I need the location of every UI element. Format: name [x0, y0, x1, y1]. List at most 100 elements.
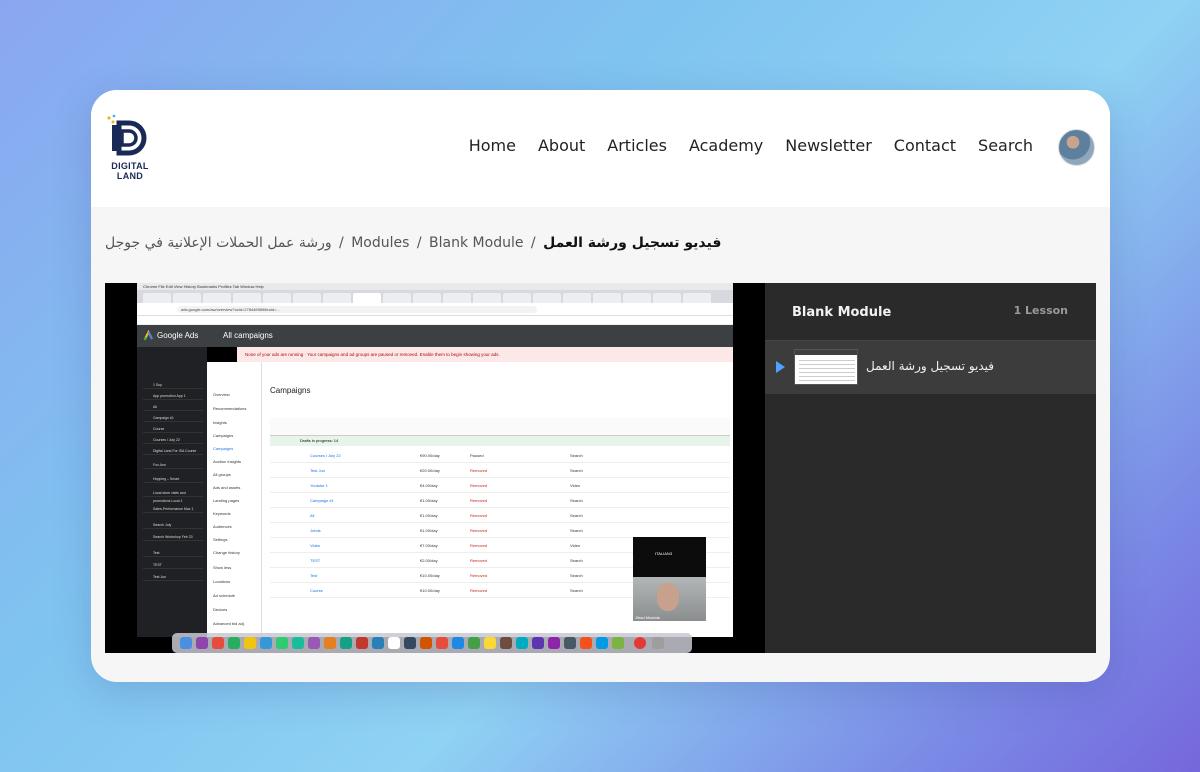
browser-tab [503, 293, 531, 303]
dock-app-icon [532, 637, 544, 649]
browser-tab [683, 293, 711, 303]
dock-app-icon [596, 637, 608, 649]
google-ads-section: All campaigns [223, 331, 273, 340]
google-ads-logo-icon [143, 330, 153, 341]
sidebar-campaign: Test Jun [143, 573, 203, 581]
nav-newsletter[interactable]: Newsletter [785, 136, 872, 155]
sidebar-campaign: All [143, 403, 203, 411]
dock-app-icon [244, 637, 256, 649]
leftnav-item: Insights [213, 420, 227, 425]
dock-app-icon [452, 637, 464, 649]
breadcrumb-current: فيديو تسجيل ورشة العمل [543, 235, 722, 251]
webcam-shared-label: ITALIAN3 [655, 551, 673, 556]
browser-url: ads.google.com/aw/overview?ocid=27844696… [177, 306, 537, 313]
breadcrumb-separator: / [339, 235, 344, 251]
leftnav-item: Audiences [213, 524, 232, 529]
leftnav-item: Ads and assets [213, 485, 241, 490]
dock-app-icon [228, 637, 240, 649]
bookmarks-bar [137, 316, 733, 325]
leftnav-item: Keywords [213, 511, 231, 516]
campaigns-title: Campaigns [270, 386, 311, 395]
sidebar-campaign: 1 Sup [143, 381, 203, 389]
browser-tab [323, 293, 351, 303]
logo-word-digital: DIGITAL [111, 161, 149, 171]
mac-menubar: Chrome File Edit View History Bookmarks … [137, 283, 733, 290]
lesson-item[interactable]: فيديو تسجيل ورشة العمل [765, 341, 1096, 394]
leftnav-item: Change history [213, 550, 240, 555]
leftnav-item: Campaigns [213, 433, 234, 438]
digital-land-logo[interactable]: DIGITAL LAND [105, 114, 155, 182]
browser-tab [593, 293, 621, 303]
browser-tab [533, 293, 561, 303]
nav-articles[interactable]: Articles [607, 136, 667, 155]
browser-tab [383, 293, 411, 303]
logo-mark-icon [107, 114, 147, 156]
table-row: Test Jun €20.00/day Removed Search [270, 463, 730, 478]
browser-tab [173, 293, 201, 303]
sidebar-campaign: Digital Land For ISA Course [143, 447, 203, 455]
nav-home[interactable]: Home [469, 136, 516, 155]
dock-app-icon [324, 637, 336, 649]
nav-academy[interactable]: Academy [689, 136, 763, 155]
dock-app-icon [484, 637, 496, 649]
browser-tab [293, 293, 321, 303]
sidebar-campaign: Courses i July 22 [143, 436, 203, 444]
dock-app-icon [468, 637, 480, 649]
sidebar-campaign: TEST [143, 561, 203, 569]
browser-tab [623, 293, 651, 303]
leftnav-item: Recommendations [213, 406, 247, 411]
dock-app-icon [516, 637, 528, 649]
sidebar-campaign: Local store visits and promotions Local … [143, 489, 203, 503]
nav-about[interactable]: About [538, 136, 585, 155]
sidebar-campaign: Search Workshop Feb 23 [143, 533, 203, 541]
dock-app-icon [196, 637, 208, 649]
site-header: DIGITAL LAND Home About Articles Academy… [91, 90, 1110, 207]
table-row: Courses i July 22 €90.00/day Paused Search [270, 448, 730, 463]
sidebar-campaign: App promotion App 1 [143, 392, 203, 400]
dock-app-icon [372, 637, 384, 649]
lesson-thumbnail [794, 349, 858, 385]
leftnav-item: Devices [213, 607, 228, 612]
campaigns-table-header [270, 418, 730, 436]
dock-app-icon [500, 637, 512, 649]
leftnav-item: Overview [213, 392, 230, 397]
dock-app-icon [356, 637, 368, 649]
nav-search[interactable]: Search [978, 136, 1033, 155]
browser-tab [203, 293, 231, 303]
table-row: All €1.00/day Removed Search [270, 508, 730, 523]
leftnav-item: Settings [213, 537, 228, 542]
browser-tab-strip [137, 290, 733, 303]
video-player[interactable]: Chrome File Edit View History Bookmarks … [105, 283, 765, 653]
browser-tab [563, 293, 591, 303]
module-title: Blank Module [792, 305, 892, 320]
sidebar-campaign: Campaign #1 [143, 414, 203, 422]
browser-tab [263, 293, 291, 303]
dock-app-icon [580, 637, 592, 649]
dock-app-icon [292, 637, 304, 649]
dock-app-icon [612, 637, 624, 649]
sidebar-campaign: Course [143, 425, 203, 433]
dock-app-icon [340, 637, 352, 649]
browser-tab [143, 293, 171, 303]
google-ads-left-nav: Overview Recommendations Insights Campai… [207, 362, 262, 637]
breadcrumb-module[interactable]: Blank Module [429, 235, 523, 251]
campaign-sidebar: 1 Sup App promotion App 1 All Campaign #… [137, 347, 207, 637]
breadcrumb-course[interactable]: ورشة عمل الحملات الإعلانية في جوجل [105, 235, 332, 251]
table-row: Youtube 1 €4.00/day Removed Video [270, 478, 730, 493]
mac-dock [172, 633, 692, 653]
main-nav: Home About Articles Academy Newsletter C… [469, 136, 1033, 155]
breadcrumb-modules[interactable]: Modules [351, 235, 409, 251]
webcam-feed-presenter: Jihad Mustafa [633, 577, 706, 621]
ads-not-running-banner: None of your ads are running · Your camp… [237, 347, 733, 362]
user-avatar[interactable] [1058, 129, 1095, 166]
sidebar-campaign: Test [143, 549, 203, 557]
table-row: Campaign #1 €1.00/day Removed Search [270, 493, 730, 508]
module-panel: Blank Module 1 Lesson فيديو تسجيل ورشة ا… [765, 283, 1096, 653]
browser-tab [233, 293, 261, 303]
page-card: DIGITAL LAND Home About Articles Academy… [91, 90, 1110, 682]
nav-contact[interactable]: Contact [894, 136, 956, 155]
leftnav-item: All groups [213, 472, 231, 477]
dock-app-icon [652, 637, 664, 649]
breadcrumb-separator: / [416, 235, 422, 251]
dock-app-icon [548, 637, 560, 649]
